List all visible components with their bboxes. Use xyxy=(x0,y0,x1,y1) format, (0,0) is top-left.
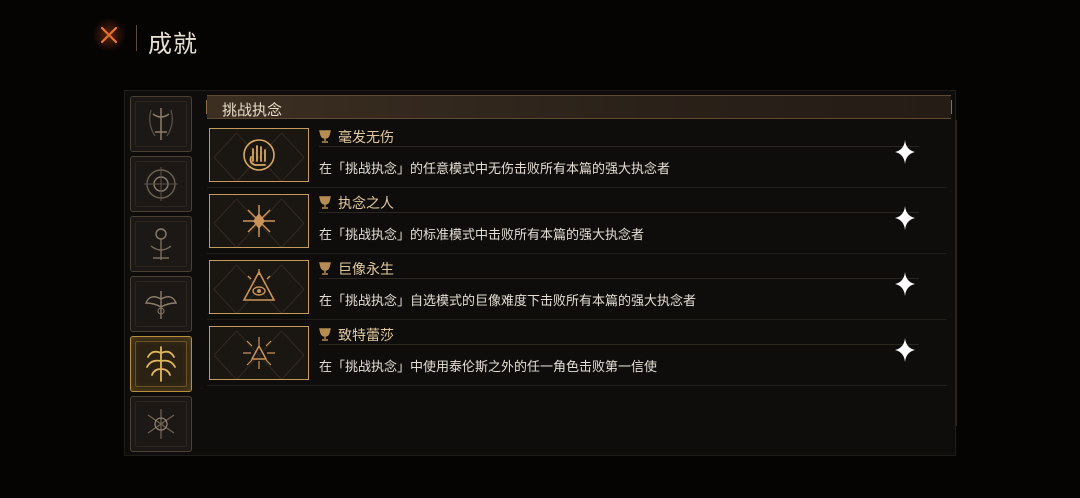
sparkle-icon xyxy=(895,206,915,230)
rune-triangle-icon xyxy=(243,337,275,369)
header-divider xyxy=(136,25,137,51)
hand-sigil-icon xyxy=(243,139,275,171)
achievement-list: 毫发无伤 在「挑战执念」的任意模式中无伤击败所有本篇的强大执念者 执念之人 在「… xyxy=(207,122,947,386)
close-button[interactable] xyxy=(92,18,126,52)
sidebar-tab-1[interactable] xyxy=(130,96,192,152)
achievement-badge xyxy=(209,260,309,314)
achievement-title: 毫发无伤 xyxy=(338,130,394,146)
trophy-icon xyxy=(319,328,331,341)
star-burst-icon xyxy=(243,205,275,237)
sword-emblem-icon xyxy=(149,108,173,140)
sidebar-tab-3[interactable] xyxy=(130,216,192,272)
category-sidebar xyxy=(130,96,196,456)
sparkle-icon xyxy=(895,272,915,296)
page-title: 成就 xyxy=(148,30,198,58)
scrollbar[interactable] xyxy=(955,120,957,426)
tree-crest-icon xyxy=(146,346,176,382)
achievement-badge xyxy=(209,128,309,182)
rune-sigil-icon xyxy=(147,409,175,439)
achievement-title: 巨像永生 xyxy=(338,262,394,278)
achievement-description: 在「挑战执念」中使用泰伦斯之外的任一角色击败第一信使 xyxy=(319,360,658,375)
achievement-row[interactable]: 毫发无伤 在「挑战执念」的任意模式中无伤击败所有本篇的强大执念者 xyxy=(207,122,947,188)
section-title: 挑战执念 xyxy=(222,101,283,119)
achievement-description: 在「挑战执念」自选模式的巨像难度下击败所有本篇的强大执念者 xyxy=(319,294,697,309)
achievement-badge xyxy=(209,326,309,380)
sidebar-tab-2[interactable] xyxy=(130,156,192,212)
header-bar: 成就 xyxy=(0,0,1080,80)
achievement-badge xyxy=(209,194,309,248)
achievement-row[interactable]: 巨像永生 在「挑战执念」自选模式的巨像难度下击败所有本篇的强大执念者 xyxy=(207,254,947,320)
achievement-description: 在「挑战执念」的标准模式中击败所有本篇的强大执念者 xyxy=(319,228,645,243)
trophy-icon xyxy=(319,196,331,209)
sparkle-icon xyxy=(895,338,915,362)
winged-crest-icon xyxy=(144,291,178,319)
achievement-row[interactable]: 执念之人 在「挑战执念」的标准模式中击败所有本篇的强大执念者 xyxy=(207,188,947,254)
trophy-icon xyxy=(319,130,331,143)
eye-triangle-icon xyxy=(242,269,276,301)
achievement-row[interactable]: 致特蕾莎 在「挑战执念」中使用泰伦斯之外的任一角色击败第一信使 xyxy=(207,320,947,386)
section-header: 挑战执念 xyxy=(206,95,952,119)
sidebar-tab-6[interactable] xyxy=(130,396,192,452)
totem-emblem-icon xyxy=(150,228,172,260)
achievement-title: 执念之人 xyxy=(338,196,394,212)
sidebar-tab-5[interactable] xyxy=(130,336,192,392)
sidebar-tab-4[interactable] xyxy=(130,276,192,332)
achievement-title: 致特蕾莎 xyxy=(338,328,394,344)
sparkle-icon xyxy=(895,140,915,164)
circle-sigil-icon xyxy=(144,167,178,201)
trophy-icon xyxy=(319,262,331,275)
achievement-description: 在「挑战执念」的任意模式中无伤击败所有本篇的强大执念者 xyxy=(319,162,671,177)
